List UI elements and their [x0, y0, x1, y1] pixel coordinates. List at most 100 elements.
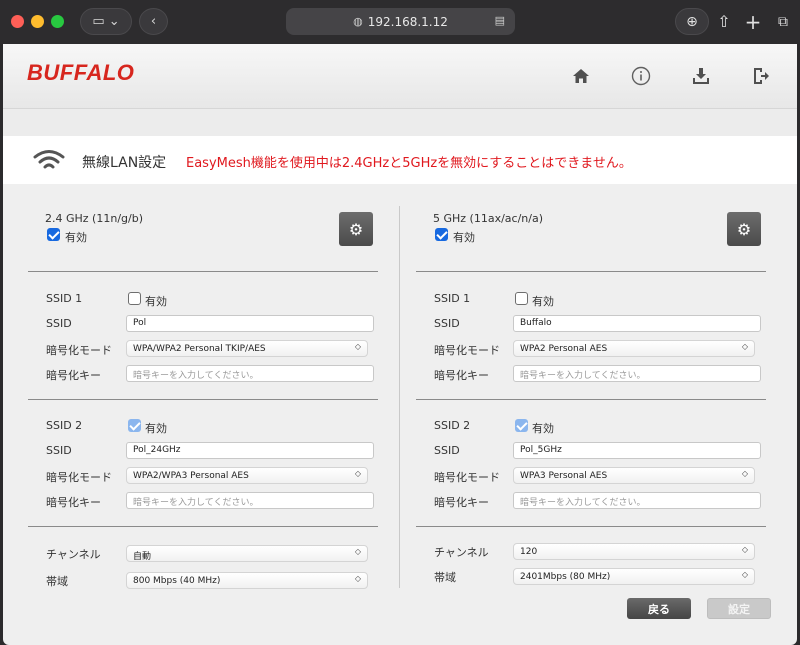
- ssid1-ssid-label: SSID: [434, 317, 460, 330]
- back-button[interactable]: ‹: [139, 8, 168, 35]
- ssid1-ssid-label: SSID: [46, 317, 72, 330]
- sidebar-toggle-button[interactable]: ▭ ⌄: [80, 8, 132, 35]
- close-window-button[interactable]: [11, 15, 24, 28]
- buffalo-logo[interactable]: BUFFALO: [27, 60, 134, 86]
- ssid2-enable-label: 有効: [532, 422, 554, 435]
- new-tab-button[interactable]: +: [743, 8, 763, 35]
- ssid2-enable-label: 有効: [145, 422, 167, 435]
- bandwidth-label: 帯域: [46, 575, 68, 588]
- download-icon[interactable]: [689, 64, 713, 88]
- channel-label: チャンネル: [434, 546, 489, 559]
- page-titlebar: 無線LAN設定 EasyMesh機能を使用中は2.4GHzと5GHzを無効にする…: [3, 136, 797, 184]
- ssid1-mode-value: WPA/WPA2 Personal TKIP/AES: [133, 344, 266, 354]
- band-enable-checkbox[interactable]: [435, 228, 448, 241]
- divider: [28, 399, 378, 400]
- ssid1-mode-select[interactable]: WPA2 Personal AES ◇: [513, 340, 755, 357]
- minimize-window-button[interactable]: [31, 15, 44, 28]
- ssid2-mode-select[interactable]: WPA2/WPA3 Personal AES ◇: [126, 467, 368, 484]
- divider: [416, 271, 766, 272]
- ssid1-mode-select[interactable]: WPA/WPA2 Personal TKIP/AES ◇: [126, 340, 368, 357]
- sidebar-icon: ▭: [92, 14, 105, 29]
- ssid1-title: SSID 1: [46, 292, 83, 305]
- router-page: BUFFALO 無線LAN設定 EasyMesh機能を使用中は2.4GHzと5G…: [3, 44, 797, 645]
- bandwidth-label: 帯域: [434, 571, 456, 584]
- ssid2-mode-value: WPA3 Personal AES: [520, 471, 608, 481]
- ssid2-mode-label: 暗号化モード: [46, 471, 112, 484]
- ssid2-mode-value: WPA2/WPA3 Personal AES: [133, 471, 249, 481]
- divider: [416, 399, 766, 400]
- wifi-icon: [33, 150, 65, 169]
- ssid1-enable-label: 有効: [145, 295, 167, 308]
- band-24ghz-panel: 2.4 GHz (11n/g/b) 有効 ⚙ SSID 1 有効 SSID Po…: [3, 184, 400, 645]
- ssid2-enable-checkbox[interactable]: [128, 419, 141, 432]
- gear-icon: ⚙: [736, 219, 752, 239]
- ssid1-mode-label: 暗号化モード: [434, 344, 500, 357]
- ssid2-ssid-label: SSID: [434, 444, 460, 457]
- ssid1-enable-checkbox[interactable]: [515, 292, 528, 305]
- divider: [416, 526, 766, 527]
- logout-icon[interactable]: [749, 64, 773, 88]
- address-bar[interactable]: ◍ 192.168.1.12 ▤: [286, 8, 515, 35]
- band-enable-checkbox[interactable]: [47, 228, 60, 241]
- chevron-down-icon: ⌄: [108, 14, 120, 29]
- ssid1-ssid-input[interactable]: Pol: [126, 315, 374, 332]
- browser-toolbar: ▭ ⌄ ‹ ◍ 192.168.1.12 ▤ ⊕ ⇧ + ⧉: [0, 0, 800, 44]
- ssid1-key-input[interactable]: 暗号キーを入力してください。: [126, 365, 374, 382]
- ssid2-mode-select[interactable]: WPA3 Personal AES ◇: [513, 467, 755, 484]
- downloads-button[interactable]: ⊕: [675, 8, 709, 35]
- ssid1-enable-label: 有効: [532, 295, 554, 308]
- ssid1-enable-checkbox[interactable]: [128, 292, 141, 305]
- chevron-updown-icon: ◇: [741, 469, 748, 478]
- back-button[interactable]: 戻る: [627, 598, 691, 619]
- advanced-settings-button[interactable]: ⚙: [727, 212, 761, 246]
- url-text: 192.168.1.12: [367, 14, 448, 29]
- divider: [28, 271, 378, 272]
- advanced-settings-button[interactable]: ⚙: [339, 212, 373, 246]
- plus-icon: +: [744, 9, 762, 34]
- ssid2-title: SSID 2: [46, 419, 83, 432]
- ssid1-key-input[interactable]: 暗号キーを入力してください。: [513, 365, 761, 382]
- divider: [28, 526, 378, 527]
- bandwidth-value: 2401Mbps (80 MHz): [520, 572, 611, 582]
- ssid2-key-input[interactable]: 暗号キーを入力してください。: [513, 492, 761, 509]
- reader-icon[interactable]: ▤: [495, 14, 505, 27]
- ssid1-ssid-input[interactable]: Buffalo: [513, 315, 761, 332]
- tab-overview-button[interactable]: ⧉: [773, 8, 793, 35]
- apply-button[interactable]: 設定: [707, 598, 771, 619]
- channel-select[interactable]: 120 ◇: [513, 543, 755, 560]
- zoom-window-button[interactable]: [51, 15, 64, 28]
- chevron-updown-icon: ◇: [741, 570, 748, 579]
- page-title: 無線LAN設定: [82, 155, 167, 171]
- bandwidth-select[interactable]: 2401Mbps (80 MHz) ◇: [513, 568, 755, 585]
- ssid2-ssid-input[interactable]: Pol_24GHz: [126, 442, 374, 459]
- download-icon: ⊕: [686, 13, 698, 30]
- tabs-icon: ⧉: [778, 13, 788, 30]
- ssid2-title: SSID 2: [434, 419, 471, 432]
- chevron-updown-icon: ◇: [354, 574, 361, 583]
- bandwidth-value: 800 Mbps (40 MHz): [133, 576, 221, 586]
- ssid2-mode-label: 暗号化モード: [434, 471, 500, 484]
- back-icon: ‹: [150, 14, 157, 29]
- channel-value: 自動: [133, 552, 152, 562]
- ssid2-enable-checkbox[interactable]: [515, 419, 528, 432]
- chevron-updown-icon: ◇: [354, 342, 361, 351]
- easymesh-warning: EasyMesh機能を使用中は2.4GHzと5GHzを無効にすることはできません…: [186, 156, 632, 171]
- info-icon[interactable]: [629, 64, 653, 88]
- channel-select[interactable]: 自動 ◇: [126, 545, 368, 562]
- chevron-updown-icon: ◇: [741, 545, 748, 554]
- band-label: 2.4 GHz (11n/g/b): [45, 212, 143, 225]
- band-enable-label: 有効: [65, 231, 87, 244]
- channel-value: 120: [520, 547, 538, 557]
- ssid1-key-label: 暗号化キー: [46, 369, 101, 382]
- ssid2-key-input[interactable]: 暗号キーを入力してください。: [126, 492, 374, 509]
- home-icon[interactable]: [569, 64, 593, 88]
- bandwidth-select[interactable]: 800 Mbps (40 MHz) ◇: [126, 572, 368, 589]
- chevron-updown-icon: ◇: [354, 469, 361, 478]
- ssid2-key-label: 暗号化キー: [434, 496, 489, 509]
- header-spacer: [3, 109, 797, 136]
- ssid2-key-label: 暗号化キー: [46, 496, 101, 509]
- chevron-updown-icon: ◇: [741, 342, 748, 351]
- channel-label: チャンネル: [46, 548, 101, 561]
- ssid2-ssid-input[interactable]: Pol_5GHz: [513, 442, 761, 459]
- share-button[interactable]: ⇧: [714, 8, 734, 35]
